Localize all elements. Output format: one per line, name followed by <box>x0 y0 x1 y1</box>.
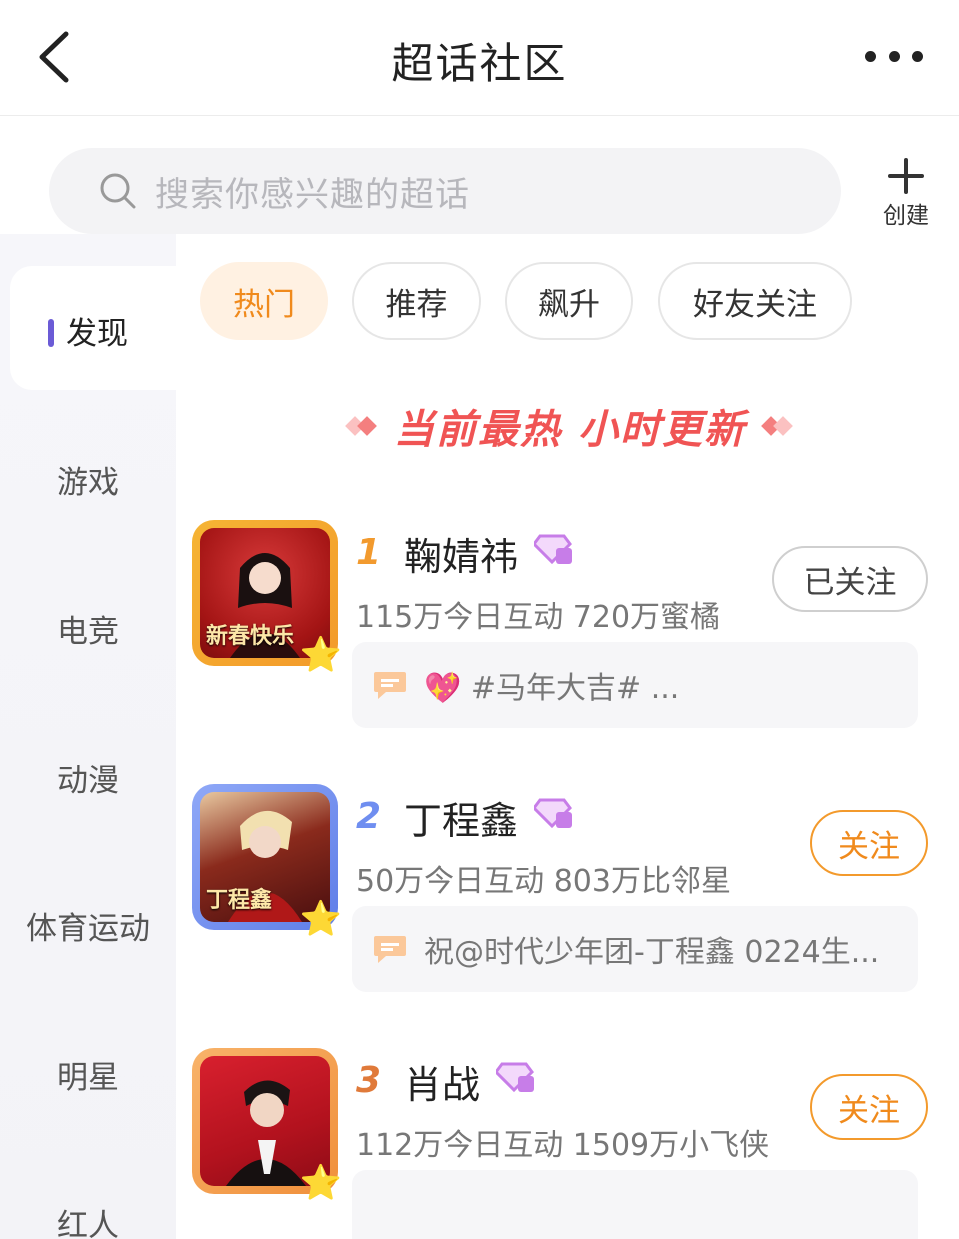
tab-rising[interactable]: 飙升 <box>505 262 633 340</box>
sidebar-item-label: 发现 <box>66 316 128 352</box>
avatar[interactable]: 新春快乐 ⭐ <box>192 520 342 672</box>
search-placeholder: 搜索你感兴趣的超话 <box>155 174 470 215</box>
diamond-decoration-icon <box>344 414 380 438</box>
sidebar-item-stars[interactable]: 明星 <box>0 1052 176 1097</box>
create-label: 创建 <box>883 203 929 229</box>
more-button[interactable] <box>859 36 929 76</box>
list-item[interactable]: 新春快乐 ⭐ 1 鞠婧祎 115万今日互动 720万蜜橘 已关注 💖 #马年大吉… <box>190 520 950 730</box>
hot-banner: 当前最热 小时更新 <box>330 396 810 456</box>
sparkle-heart-emoji: 💖 <box>424 671 462 706</box>
post-text: 💖 #马年大吉# ... <box>424 663 679 707</box>
post-content: 祝@时代少年团-丁程鑫 0224生... <box>424 935 880 970</box>
search-icon <box>100 173 136 209</box>
sidebar-item-anime[interactable]: 动漫 <box>0 755 176 800</box>
tab-friends-following[interactable]: 好友关注 <box>658 262 852 340</box>
active-indicator <box>48 318 54 347</box>
avatar[interactable]: 丁程鑫 ⭐ <box>192 784 342 936</box>
vip-diamond-icon <box>496 1062 534 1093</box>
banner-text: 当前最热 小时更新 <box>394 407 746 453</box>
list-item[interactable]: ⭐ 3 肖战 112万今日互动 1509万小飞侠 关注 <box>190 1048 950 1239</box>
star-badge-icon: ⭐ <box>299 899 342 939</box>
more-dot <box>888 50 900 62</box>
page-title: 超话社区 <box>391 39 568 88</box>
topic-stats: 115万今日互动 720万蜜橘 <box>356 600 721 635</box>
latest-post[interactable]: 祝@时代少年团-丁程鑫 0224生... <box>352 906 918 992</box>
followed-button[interactable]: 已关注 <box>772 546 928 612</box>
topic-name[interactable]: 丁程鑫 <box>404 790 518 845</box>
avatar[interactable]: ⭐ <box>192 1048 342 1200</box>
vip-diamond-icon <box>534 534 572 565</box>
top-bar: 超话社区 <box>0 0 959 116</box>
topic-stats: 50万今日互动 803万比邻星 <box>356 864 731 899</box>
rank-number: 3 <box>356 1060 382 1101</box>
sidebar-item-discover[interactable]: 发现 <box>0 308 176 353</box>
sidebar-item-sports[interactable]: 体育运动 <box>0 903 176 948</box>
latest-post[interactable]: 💖 #马年大吉# ... <box>352 642 918 728</box>
more-dot <box>912 50 923 62</box>
rank-number: 1 <box>356 532 382 573</box>
plus-icon <box>888 158 924 194</box>
star-badge-icon: ⭐ <box>299 635 342 675</box>
chat-bubble-icon <box>374 672 406 699</box>
topic-name[interactable]: 肖战 <box>404 1054 480 1109</box>
sidebar-item-esports[interactable]: 电竞 <box>0 606 176 651</box>
more-dots-icon <box>865 50 876 62</box>
sidebar-item-influencers[interactable]: 红人 <box>0 1200 176 1239</box>
tab-hot[interactable]: 热门 <box>200 262 328 340</box>
chat-bubble-icon <box>374 936 406 963</box>
rank-number: 2 <box>356 796 382 837</box>
search-input[interactable]: 搜索你感兴趣的超话 <box>49 148 841 234</box>
diamond-decoration-icon <box>760 414 796 438</box>
vip-diamond-icon <box>534 798 572 829</box>
latest-post[interactable] <box>352 1170 918 1239</box>
create-button[interactable]: 创建 <box>870 156 942 229</box>
star-badge-icon: ⭐ <box>299 1163 342 1203</box>
follow-button[interactable]: 关注 <box>810 1074 928 1140</box>
follow-button[interactable]: 关注 <box>810 810 928 876</box>
sidebar-item-games[interactable]: 游戏 <box>0 457 176 502</box>
topic-stats: 112万今日互动 1509万小飞侠 <box>356 1128 770 1163</box>
list-item[interactable]: 丁程鑫 ⭐ 2 丁程鑫 50万今日互动 803万比邻星 关注 祝@时代少年团-丁… <box>190 784 950 994</box>
topic-name[interactable]: 鞠婧祎 <box>404 526 518 581</box>
tab-recommend[interactable]: 推荐 <box>352 262 481 340</box>
post-content: #马年大吉# ... <box>470 671 680 706</box>
